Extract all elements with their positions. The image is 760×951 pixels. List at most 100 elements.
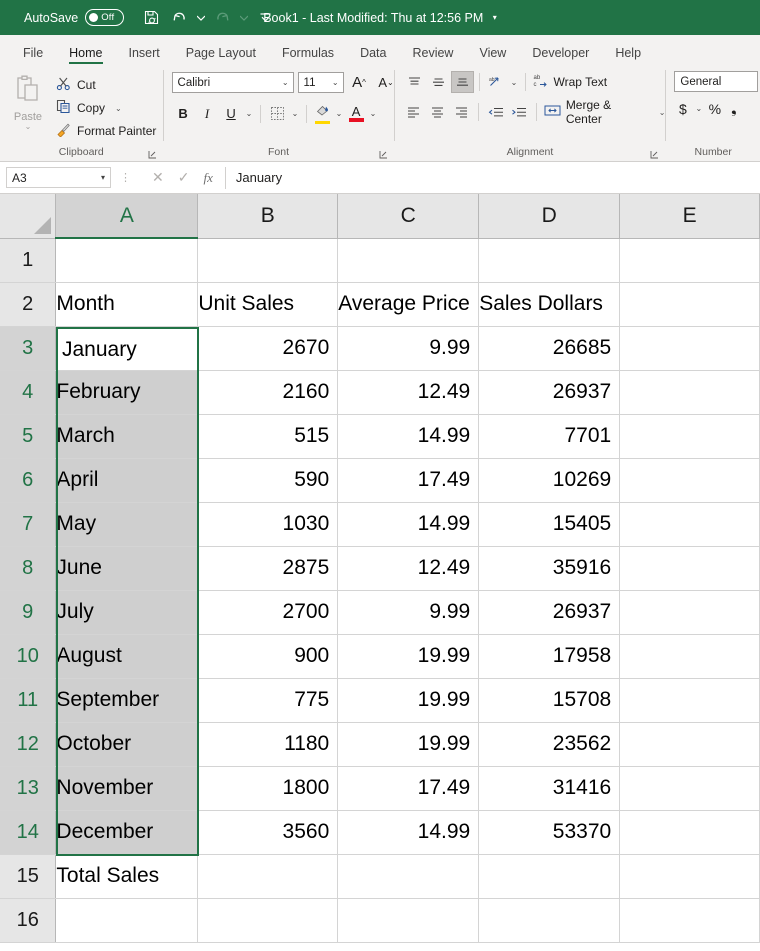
cell-c4[interactable]: 12.49 xyxy=(337,370,480,415)
cell-e8[interactable] xyxy=(619,546,760,591)
cell-a14[interactable]: December xyxy=(55,810,199,855)
cell-d5[interactable]: 7701 xyxy=(478,414,621,459)
row-header-14[interactable]: 14 xyxy=(0,810,57,855)
cell-d14[interactable]: 53370 xyxy=(478,810,621,855)
cell-d1[interactable] xyxy=(478,238,621,283)
redo-icon[interactable] xyxy=(209,5,235,31)
tab-data[interactable]: Data xyxy=(347,46,399,66)
comma-style-button[interactable]: ❟ xyxy=(725,100,742,117)
merge-center-button[interactable]: Merge & Center ⌄ xyxy=(542,98,665,126)
cell-e2[interactable] xyxy=(619,282,760,327)
align-bottom-button[interactable] xyxy=(450,71,474,93)
cell-d9[interactable]: 26937 xyxy=(478,590,621,635)
align-top-button[interactable] xyxy=(403,71,426,93)
cell-b2[interactable]: Unit Sales xyxy=(197,282,339,327)
customize-qat-icon[interactable] xyxy=(252,5,278,31)
align-center-button[interactable] xyxy=(426,101,449,123)
cell-b4[interactable]: 2160 xyxy=(197,370,339,415)
cell-a15[interactable]: Total Sales xyxy=(55,854,199,899)
row-header-13[interactable]: 13 xyxy=(0,766,57,811)
cell-d3[interactable]: 26685 xyxy=(478,326,621,371)
cell-a16[interactable] xyxy=(55,898,199,943)
cell-a1[interactable] xyxy=(55,238,199,283)
cell-b12[interactable]: 1180 xyxy=(197,722,339,767)
cell-c8[interactable]: 12.49 xyxy=(337,546,480,591)
cell-d6[interactable]: 10269 xyxy=(478,458,621,503)
cell-e6[interactable] xyxy=(619,458,760,503)
row-header-16[interactable]: 16 xyxy=(0,898,57,943)
cell-b16[interactable] xyxy=(197,898,339,943)
row-header-2[interactable]: 2 xyxy=(0,282,57,327)
redo-dropdown-icon[interactable] xyxy=(237,15,250,21)
column-header-b[interactable]: B xyxy=(197,194,339,239)
name-box[interactable]: A3 ▾ xyxy=(6,167,111,188)
cell-c11[interactable]: 19.99 xyxy=(337,678,480,723)
cell-a6[interactable]: April xyxy=(55,458,199,503)
cell-a8[interactable]: June xyxy=(55,546,199,591)
cell-b9[interactable]: 2700 xyxy=(197,590,339,635)
cell-d7[interactable]: 15405 xyxy=(478,502,621,547)
format-painter-button[interactable]: Format Painter xyxy=(56,121,156,141)
font-size-dropdown-icon[interactable]: ⌄ xyxy=(332,78,339,87)
cell-c5[interactable]: 14.99 xyxy=(337,414,480,459)
cell-d16[interactable] xyxy=(478,898,621,943)
active-cell-a3[interactable]: January xyxy=(58,329,197,370)
tab-formulas[interactable]: Formulas xyxy=(269,46,347,66)
cell-a9[interactable]: July xyxy=(55,590,199,635)
copy-dropdown-icon[interactable]: ⌄ xyxy=(115,104,122,113)
italic-button[interactable]: I xyxy=(196,102,219,125)
cell-e3[interactable] xyxy=(619,326,760,371)
alignment-dialog-launcher-icon[interactable] xyxy=(650,150,659,161)
row-header-15[interactable]: 15 xyxy=(0,854,57,899)
cell-a12[interactable]: October xyxy=(55,722,199,767)
wrap-text-button[interactable]: ab c Wrap Text xyxy=(531,71,607,93)
column-header-e[interactable]: E xyxy=(619,194,760,239)
cell-b14[interactable]: 3560 xyxy=(197,810,339,855)
cell-c9[interactable]: 9.99 xyxy=(337,590,480,635)
cell-b13[interactable]: 1800 xyxy=(197,766,339,811)
undo-icon[interactable] xyxy=(166,5,192,31)
borders-dropdown-icon[interactable]: ⌄ xyxy=(290,109,301,118)
cell-d13[interactable]: 31416 xyxy=(478,766,621,811)
row-header-5[interactable]: 5 xyxy=(0,414,57,459)
cell-e12[interactable] xyxy=(619,722,760,767)
tab-developer[interactable]: Developer xyxy=(519,46,602,66)
column-header-a[interactable]: A xyxy=(55,194,199,239)
align-left-button[interactable] xyxy=(403,101,426,123)
cell-b8[interactable]: 2875 xyxy=(197,546,339,591)
cell-b5[interactable]: 515 xyxy=(197,414,339,459)
tab-insert[interactable]: Insert xyxy=(116,46,173,66)
column-header-d[interactable]: D xyxy=(478,194,621,239)
cell-c6[interactable]: 17.49 xyxy=(337,458,480,503)
cell-a7[interactable]: May xyxy=(55,502,199,547)
cell-e1[interactable] xyxy=(619,238,760,283)
accounting-format-button[interactable]: $ xyxy=(674,101,691,117)
autosave-switch[interactable]: Off xyxy=(85,9,125,26)
tab-review[interactable]: Review xyxy=(399,46,466,66)
name-box-dropdown-icon[interactable]: ▾ xyxy=(101,173,105,182)
row-header-12[interactable]: 12 xyxy=(0,722,57,767)
document-title-dropdown-icon[interactable]: ▾ xyxy=(493,13,497,22)
cell-c10[interactable]: 19.99 xyxy=(337,634,480,679)
paste-button[interactable]: Paste ⌄ xyxy=(0,71,56,131)
cell-e13[interactable] xyxy=(619,766,760,811)
cell-e10[interactable] xyxy=(619,634,760,679)
cell-d12[interactable]: 23562 xyxy=(478,722,621,767)
row-header-4[interactable]: 4 xyxy=(0,370,57,415)
increase-font-size-icon[interactable]: A ^ xyxy=(348,71,371,94)
paste-dropdown-icon[interactable]: ⌄ xyxy=(25,123,32,131)
font-color-button[interactable]: A xyxy=(346,105,367,122)
accounting-format-dropdown-icon[interactable]: ⌄ xyxy=(693,104,704,113)
column-header-c[interactable]: C xyxy=(337,194,480,239)
cell-e7[interactable] xyxy=(619,502,760,547)
autosave-toggle[interactable]: AutoSave Off xyxy=(24,9,125,26)
cell-b1[interactable] xyxy=(197,238,339,283)
row-header-7[interactable]: 7 xyxy=(0,502,57,547)
cell-e11[interactable] xyxy=(619,678,760,723)
clipboard-dialog-launcher-icon[interactable] xyxy=(148,150,157,161)
confirm-entry-icon[interactable]: ✓ xyxy=(178,169,190,186)
cell-d11[interactable]: 15708 xyxy=(478,678,621,723)
cell-d15[interactable] xyxy=(478,854,621,899)
cell-c13[interactable]: 17.49 xyxy=(337,766,480,811)
cell-b3[interactable]: 2670 xyxy=(197,326,339,371)
